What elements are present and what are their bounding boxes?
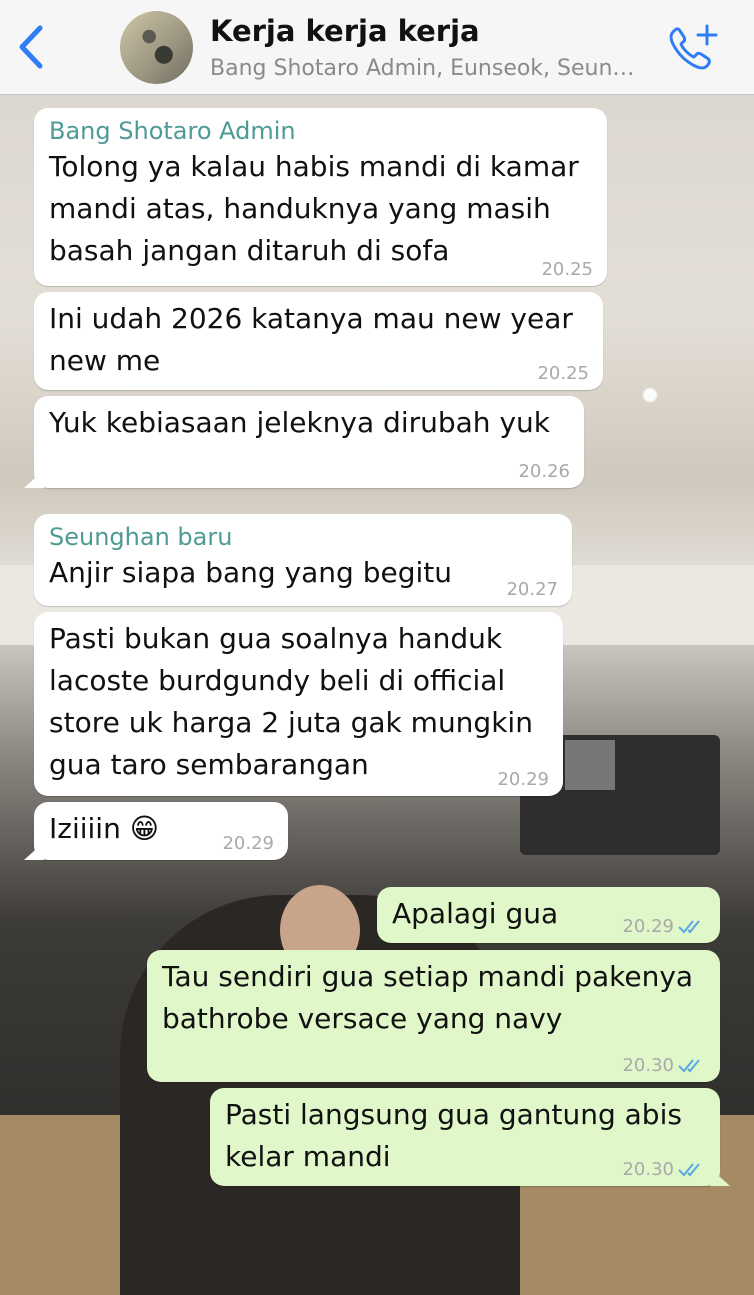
chat-header: Kerja kerja kerja Bang Shotaro Admin, Eu… (0, 0, 754, 95)
message-bubble[interactable]: Pasti bukan gua soalnya handuk lacoste b… (34, 612, 563, 796)
message-bubble[interactable]: Pasti langsung gua gantung abis kelar ma… (210, 1088, 730, 1186)
message-time: 20.30 (622, 1056, 706, 1076)
message-line: Tau sendiri gua setiap mandi pakenya (162, 960, 694, 993)
message-line: gua taro sembarangan (49, 748, 369, 781)
message-line: Ini udah 2026 katanya mau new year (49, 302, 573, 335)
message-line: lacoste burdgundy beli di official (49, 664, 506, 697)
message-time: 20.27 (506, 579, 558, 600)
read-ticks-icon (678, 920, 700, 934)
message-time: 20.25 (537, 363, 589, 384)
message-line: bathrobe versace yang navy (162, 1002, 563, 1035)
message-time: 20.29 (222, 833, 274, 854)
message-time: 20.30 (622, 1160, 706, 1180)
message-bubble[interactable]: Apalagi gua 20.29 (377, 887, 720, 943)
sender-name: Bang Shotaro Admin (49, 117, 296, 145)
message-bubble[interactable]: Tau sendiri gua setiap mandi pakenya bat… (147, 950, 720, 1082)
chat-participants[interactable]: Bang Shotaro Admin, Eunseok, Seun… (210, 56, 650, 81)
message-bubble[interactable]: Yuk kebiasaan jeleknya dirubah yuk 20.26 (24, 396, 584, 488)
message-line: Pasti langsung gua gantung abis (225, 1098, 682, 1131)
message-time: 20.25 (541, 259, 593, 280)
message-line: Pasti bukan gua soalnya handuk (49, 622, 503, 655)
message-bubble[interactable]: Iziiiin 😁 20.29 (24, 802, 288, 860)
wallpaper-screen (565, 740, 615, 790)
sender-name: Seunghan baru (49, 523, 233, 551)
chat-title[interactable]: Kerja kerja kerja (210, 14, 480, 48)
message-line: mandi atas, handuknya yang masih (49, 192, 551, 225)
group-avatar[interactable] (120, 11, 193, 84)
read-ticks-icon (678, 1163, 700, 1177)
message-bubble[interactable]: Ini udah 2026 katanya mau new year new m… (34, 292, 603, 390)
message-line: Yuk kebiasaan jeleknya dirubah yuk (49, 406, 550, 439)
message-time: 20.29 (622, 917, 706, 937)
message-time: 20.26 (518, 461, 570, 482)
message-line: basah jangan ditaruh di sofa (49, 234, 450, 267)
message-bubble[interactable]: Seunghan baru Anjir siapa bang yang begi… (34, 514, 572, 606)
message-time-text: 20.30 (622, 1055, 674, 1076)
message-time: 20.29 (497, 769, 549, 790)
read-ticks-icon (678, 1059, 700, 1073)
message-bubble[interactable]: Bang Shotaro Admin Tolong ya kalau habis… (34, 108, 607, 286)
back-chevron-icon[interactable] (14, 22, 48, 72)
message-time-text: 20.30 (622, 1159, 674, 1180)
message-line: new me (49, 344, 161, 377)
message-line: Anjir siapa bang yang begitu (49, 556, 453, 589)
add-call-icon[interactable] (665, 22, 719, 72)
message-time-text: 20.29 (622, 916, 674, 937)
message-line: Tolong ya kalau habis mandi di kamar (49, 150, 579, 183)
message-line: store uk harga 2 juta gak mungkin (49, 706, 533, 739)
